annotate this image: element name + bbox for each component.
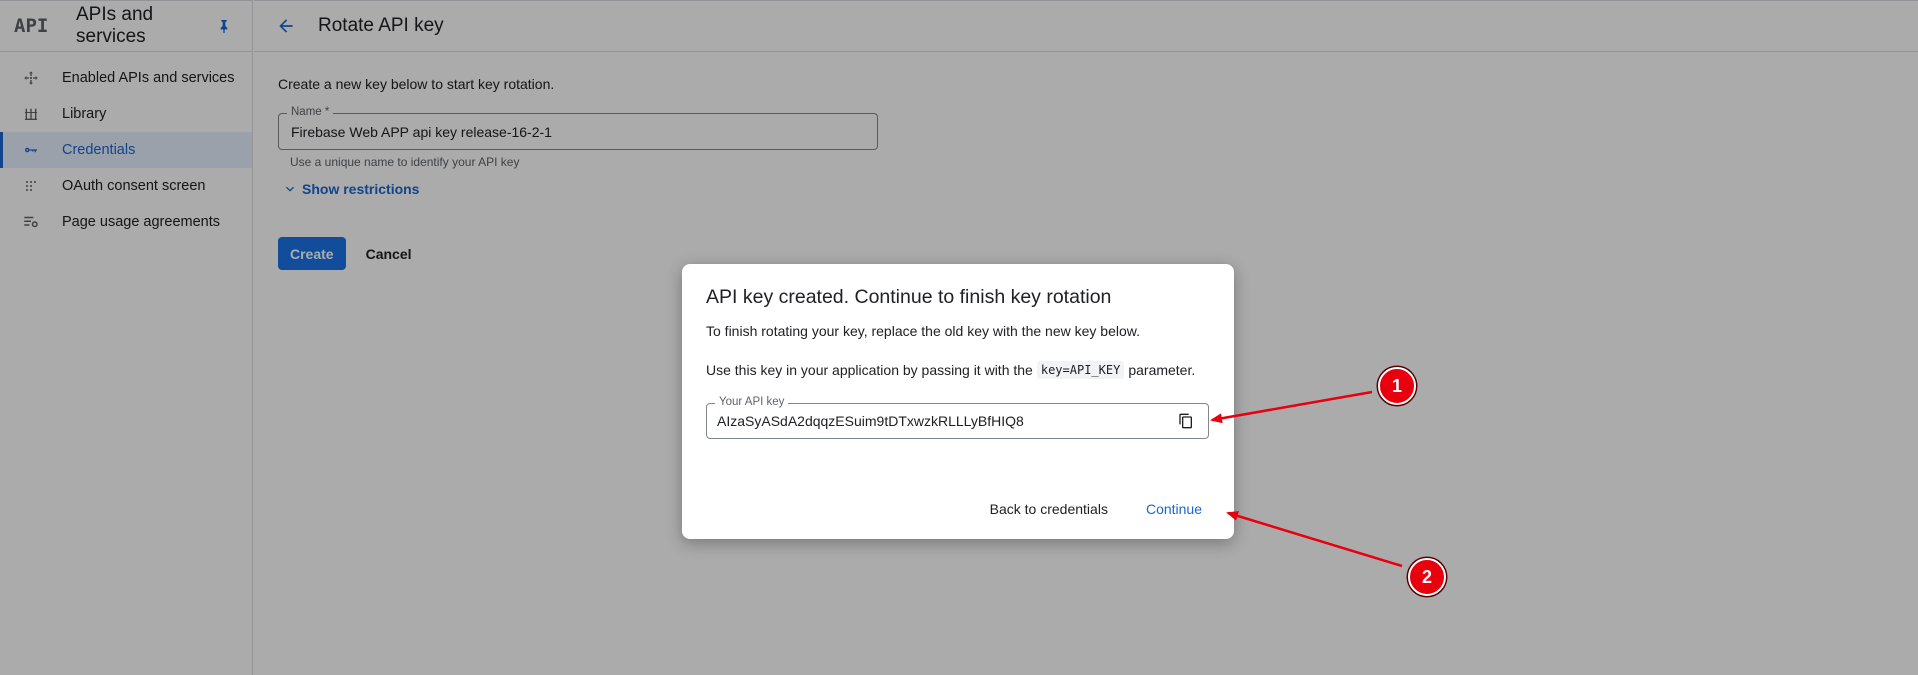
key-param-code: key=API_KEY [1036, 361, 1125, 379]
annotation-badge-1: 1 [1378, 367, 1416, 405]
dialog-title: API key created. Continue to finish key … [706, 286, 1112, 308]
usage-text-after: parameter. [1128, 362, 1196, 378]
api-key-created-dialog: API key created. Continue to finish key … [682, 264, 1234, 539]
dialog-instructions: To finish rotating your key, replace the… [706, 323, 1140, 339]
usage-text-before: Use this key in your application by pass… [706, 362, 1033, 378]
back-to-credentials-button[interactable]: Back to credentials [978, 495, 1120, 523]
copy-icon[interactable] [1174, 409, 1198, 433]
api-key-field[interactable]: Your API key AIzaSyASdA2dqqzESuim9tDTxwz… [706, 396, 1209, 439]
dialog-actions: Back to credentials Continue [978, 495, 1214, 523]
continue-button[interactable]: Continue [1134, 495, 1214, 523]
annotation-badge-2: 2 [1408, 558, 1446, 596]
dialog-usage-text: Use this key in your application by pass… [706, 361, 1210, 379]
api-key-value[interactable]: AIzaSyASdA2dqqzESuim9tDTxwzkRLLLyBfHIQ8 [717, 413, 1174, 429]
api-key-label: Your API key [715, 396, 789, 408]
